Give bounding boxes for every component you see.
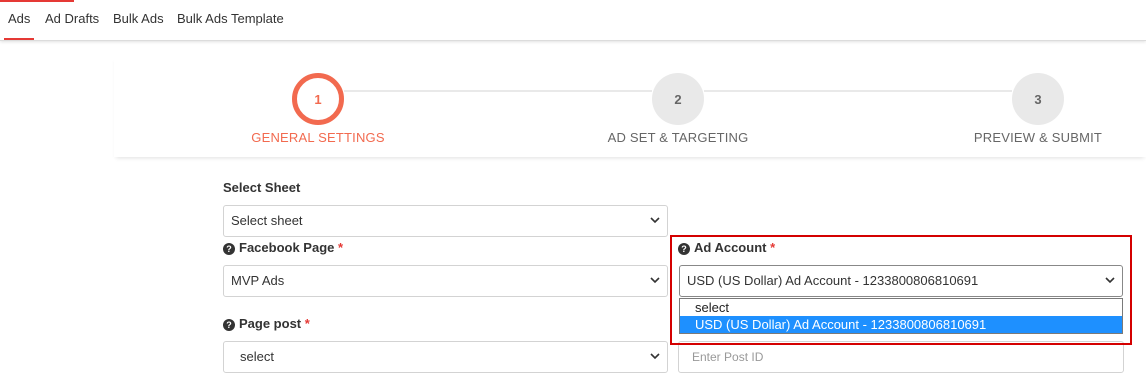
required-asterisk: * (304, 316, 310, 331)
tab-ad-drafts[interactable]: Ad Drafts (45, 0, 99, 40)
chevron-down-icon (650, 206, 660, 236)
facebook-page-value: MVP Ads (231, 273, 285, 288)
ad-account-label-text: Ad Account (694, 240, 767, 255)
ad-account-value: USD (US Dollar) Ad Account - 12338008068… (687, 273, 979, 288)
facebook-page-label: ? Facebook Page * (223, 240, 343, 255)
step-2-label: AD SET & TARGETING (607, 130, 749, 145)
dropdown-option[interactable]: select (680, 299, 1122, 316)
tab-bulk-ads[interactable]: Bulk Ads (113, 0, 164, 40)
select-sheet-label-text: Select Sheet (223, 180, 301, 195)
chevron-down-icon (650, 342, 660, 372)
chevron-down-icon (650, 266, 660, 296)
ad-account-label: ? Ad Account * (678, 240, 775, 255)
page-post-value: select (240, 349, 274, 364)
step-connector (344, 90, 652, 92)
ad-account-dropdown-list: select USD (US Dollar) Ad Account - 1233… (679, 298, 1123, 334)
select-sheet-value: Select sheet (231, 213, 303, 228)
required-asterisk: * (770, 240, 776, 255)
progress-stepper: 1 GENERAL SETTINGS 2 AD SET & TARGETING … (114, 56, 1146, 157)
page-post-label: ? Page post * (223, 316, 310, 331)
page-post-select[interactable]: select (223, 341, 668, 373)
select-sheet-label: Select Sheet (223, 180, 300, 195)
tab-ads[interactable]: Ads (4, 0, 35, 40)
select-sheet-dropdown[interactable]: Select sheet (223, 205, 668, 237)
question-circle-icon[interactable]: ? (678, 243, 690, 255)
step-3-label: PREVIEW & SUBMIT (973, 130, 1103, 145)
facebook-page-select[interactable]: MVP Ads (223, 265, 668, 297)
step-1-circle[interactable]: 1 (292, 73, 344, 125)
required-asterisk: * (338, 240, 344, 255)
chevron-down-icon (1105, 266, 1115, 296)
facebook-page-label-text: Facebook Page (239, 240, 335, 255)
step-3-circle[interactable]: 3 (1012, 73, 1064, 125)
tab-bulk-ads-template[interactable]: Bulk Ads Template (177, 0, 284, 40)
post-id-input[interactable]: Enter Post ID (678, 341, 1124, 373)
page-post-label-text: Page post (239, 316, 302, 331)
step-1-label: GENERAL SETTINGS (251, 130, 385, 145)
step-2-circle[interactable]: 2 (652, 73, 704, 125)
ad-account-select[interactable]: USD (US Dollar) Ad Account - 12338008068… (679, 265, 1123, 297)
top-tab-bar: Ads Ad Drafts Bulk Ads Bulk Ads Template (0, 0, 1146, 41)
dropdown-option-selected[interactable]: USD (US Dollar) Ad Account - 12338008068… (680, 316, 1122, 333)
question-circle-icon[interactable]: ? (223, 319, 235, 331)
step-connector (704, 90, 1012, 92)
question-circle-icon[interactable]: ? (223, 243, 235, 255)
